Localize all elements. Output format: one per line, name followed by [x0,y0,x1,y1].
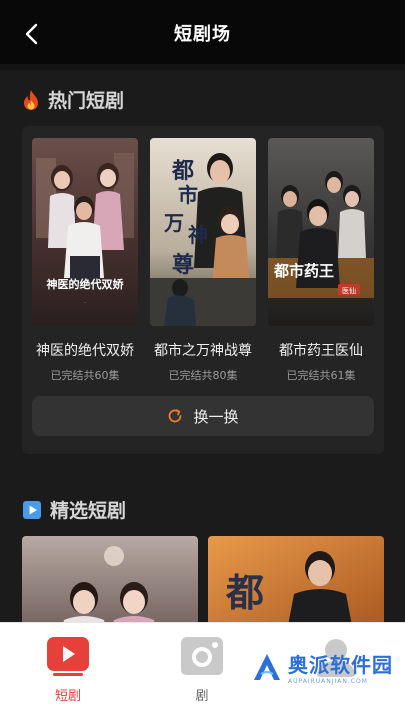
camera-icon [181,637,223,675]
drama-episodes: 已完结共60集 [50,369,120,382]
watermark: 奥派软件园 AUPAIRUANJIAN.COM [252,649,393,685]
drama-card[interactable]: 都 市 万 神 尊 都市之万神战尊 已完结共80集 [150,138,256,383]
divider [0,64,405,70]
top-bar: 短剧场 [0,0,405,64]
hot-dramas-card: 神医的绝代双娇 · 神医的绝代双娇 已完结共60集 都 市 万 神 尊 都市之万… [22,126,384,454]
content-area[interactable]: 热门短剧 神医的绝代双娇 · 神医的绝代双娇 已完结共60集 都 市 万 神 尊… [0,64,405,622]
drama-card[interactable]: 神医的绝代双娇 · 神医的绝代双娇 已完结共60集 [32,138,138,383]
drama-card[interactable]: 都市药王 医仙 都市药王医仙 已完结共61集 [268,138,374,383]
pick-poster-calligraphy: 都 [225,570,264,615]
drama-episodes: 已完结共61集 [286,369,356,382]
svg-text:市: 市 [178,183,198,207]
refresh-icon [169,409,182,423]
nav-label: 短剧 [54,689,81,704]
refresh-button[interactable]: 换一换 [32,396,374,436]
drama-title[interactable]: 都市药王医仙 [262,340,380,360]
pick-drama-poster[interactable] [22,536,198,622]
section-title: 精选短剧 [50,500,127,522]
poster-calligraphy: 都 [171,158,194,184]
drama-poster[interactable]: 都 市 万 神 尊 [150,138,256,326]
watermark-subtext: AUPAIRUANJIAN.COM [288,678,368,685]
hot-section-header: 热门短剧 [22,86,124,113]
drama-episodes: 已完结共80集 [168,369,238,382]
page-title: 短剧场 [174,24,231,45]
play-icon [23,500,41,519]
drama-title[interactable]: 都市之万神战尊 [144,340,262,360]
video-play-icon [47,637,89,676]
watermark-logo-icon [254,654,280,680]
drama-title[interactable]: 神医的绝代双娇 [26,340,144,360]
poster-title-text: 神医的绝代双娇 [47,277,125,291]
svg-text:万: 万 [163,211,184,235]
svg-text:尊: 尊 [172,252,194,278]
watermark-text: 奥派软件园 [288,653,393,677]
poster-title-text: 都市药王 [273,262,334,280]
nav-item-short-drama[interactable]: 短剧 [38,637,98,704]
bottom-nav: 短剧 剧 奥派软件园 AUPAIRUANJIAN.COM [0,622,405,720]
pick-drama-poster[interactable]: 都 [208,536,384,622]
nav-label: 剧 [195,689,209,704]
refresh-label: 换一换 [193,407,239,426]
poster-badge: 医仙 [342,286,356,295]
nav-item-theater[interactable]: 剧 [172,637,232,704]
picks-section-header: 精选短剧 [22,496,126,523]
drama-poster[interactable]: 神医的绝代双娇 · [32,138,138,326]
fire-icon [24,89,38,110]
section-title: 热门短剧 [48,90,125,112]
drama-poster[interactable]: 都市药王 医仙 [268,138,374,326]
svg-text:神: 神 [188,223,208,247]
